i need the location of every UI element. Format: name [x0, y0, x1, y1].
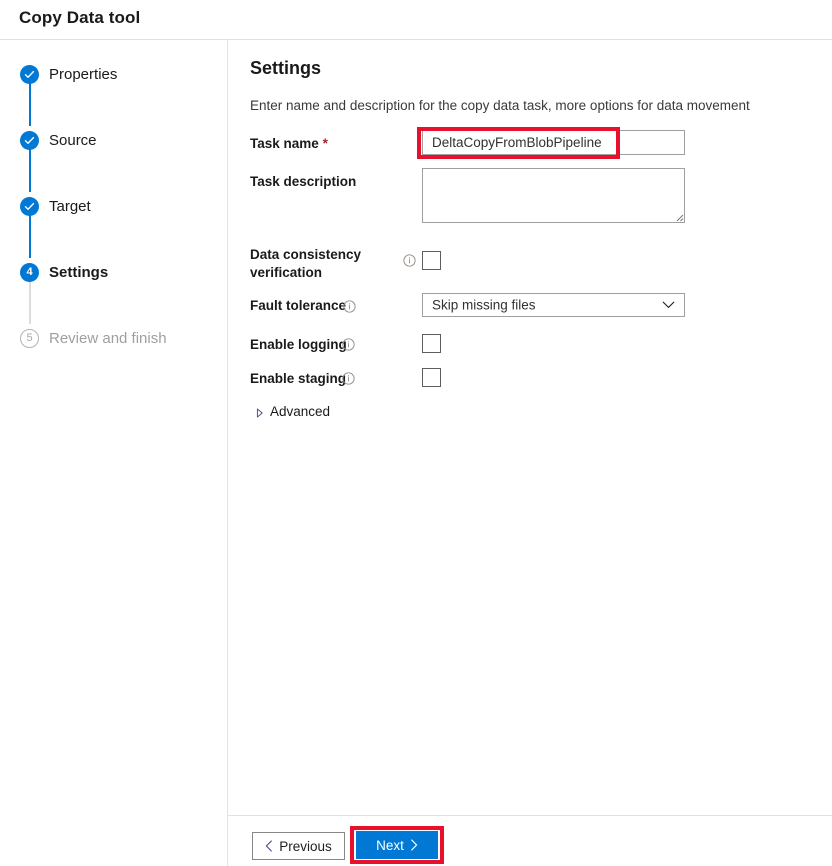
sidebar-step-properties[interactable]: Properties: [0, 65, 227, 95]
sidebar-step-label: Settings: [49, 262, 108, 283]
step-number-badge: 5: [20, 329, 39, 348]
page-subtitle: Enter name and description for the copy …: [250, 98, 750, 113]
sidebar-step-label: Review and finish: [49, 328, 167, 349]
step-number-badge: 4: [20, 263, 39, 282]
chevron-down-icon[interactable]: [662, 301, 675, 309]
chevron-left-icon: [265, 840, 273, 852]
sidebar-step-source[interactable]: Source: [0, 131, 227, 161]
data-consistency-verification-checkbox[interactable]: [422, 251, 441, 270]
sidebar-step-target[interactable]: Target: [0, 197, 227, 227]
sidebar-step-label: Target: [49, 196, 91, 217]
wizard-step-rail: Properties Source Target 4: [0, 40, 227, 866]
task-description-label: Task description: [250, 173, 356, 191]
footer-divider: [228, 815, 832, 816]
info-icon[interactable]: [342, 372, 355, 385]
fault-tolerance-label: Fault tolerance: [250, 297, 346, 315]
window-titlebar: Copy Data tool: [0, 0, 832, 39]
step-complete-check-icon: [20, 131, 39, 150]
data-consistency-verification-label: Data consistency verification: [250, 246, 400, 282]
previous-button[interactable]: Previous: [252, 832, 345, 860]
data-consistency-label-line2: verification: [250, 265, 322, 280]
previous-button-label: Previous: [279, 839, 332, 854]
chevron-right-icon: [410, 839, 418, 851]
next-button[interactable]: Next: [356, 831, 438, 859]
enable-logging-label: Enable logging: [250, 336, 347, 354]
fault-tolerance-select[interactable]: Skip missing files: [422, 293, 685, 317]
step-number: 4: [26, 267, 32, 278]
step-complete-check-icon: [20, 197, 39, 216]
settings-pane: Settings Enter name and description for …: [228, 40, 832, 815]
task-name-input[interactable]: [422, 130, 685, 155]
sidebar-step-label: Properties: [49, 64, 117, 85]
enable-staging-label: Enable staging: [250, 370, 346, 388]
sidebar-step-review-and-finish[interactable]: 5 Review and finish: [0, 329, 227, 359]
task-name-label: Task name *: [250, 135, 328, 153]
fault-tolerance-selected-value: Skip missing files: [432, 298, 536, 313]
advanced-label: Advanced: [270, 404, 330, 419]
page-title: Settings: [250, 58, 321, 79]
enable-staging-checkbox[interactable]: [422, 368, 441, 387]
info-icon[interactable]: [343, 300, 356, 313]
info-icon[interactable]: [342, 338, 355, 351]
step-complete-check-icon: [20, 65, 39, 84]
task-description-textarea[interactable]: [422, 168, 685, 223]
copy-data-tool-window: Copy Data tool Properties Source: [0, 0, 832, 866]
step-number: 5: [26, 333, 32, 344]
info-icon[interactable]: [403, 254, 416, 267]
enable-logging-checkbox[interactable]: [422, 334, 441, 353]
sidebar-step-label: Source: [49, 130, 97, 151]
window-title: Copy Data tool: [19, 8, 140, 28]
next-button-label: Next: [376, 838, 404, 853]
required-marker: *: [323, 136, 328, 151]
chevron-right-icon[interactable]: [256, 408, 264, 418]
data-consistency-label-line1: Data consistency: [250, 247, 361, 262]
task-name-label-text: Task name: [250, 136, 319, 151]
sidebar-step-settings[interactable]: 4 Settings: [0, 263, 227, 293]
